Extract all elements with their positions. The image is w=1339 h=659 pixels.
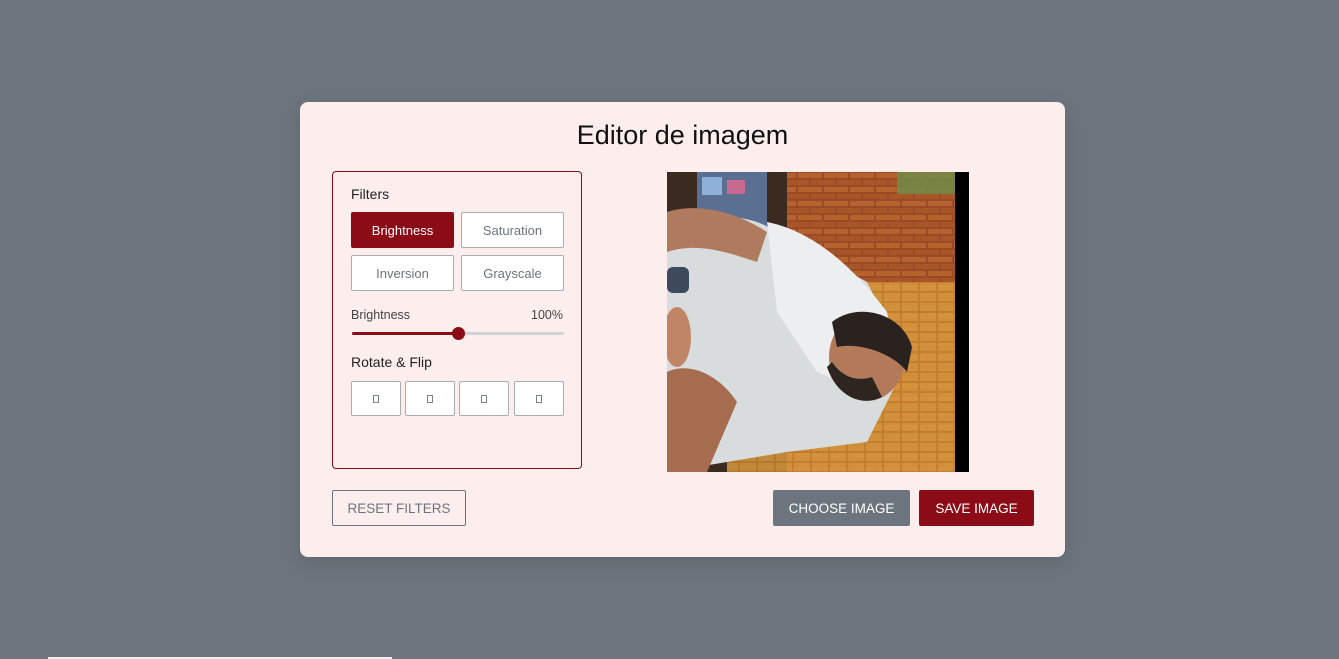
rotate-heading: Rotate & Flip <box>351 354 432 370</box>
rotate-right-button[interactable] <box>405 381 455 416</box>
filter-brightness-button[interactable]: Brightness <box>351 212 454 248</box>
brightness-slider[interactable] <box>352 327 564 340</box>
rotate-left-button[interactable] <box>351 381 401 416</box>
slider-name-label: Brightness <box>351 308 411 322</box>
slider-value-label: 100% <box>531 308 563 322</box>
slider-fill <box>352 332 458 335</box>
filter-saturation-button[interactable]: Saturation <box>461 212 564 248</box>
page-title: Editor de imagem <box>576 120 789 150</box>
image-preview <box>667 172 969 472</box>
editor-card: Editor de imagem Filters Brightness Satu… <box>300 102 1065 557</box>
flip-horizontal-icon <box>481 394 487 403</box>
controls-panel: Filters Brightness Saturation Inversion … <box>332 171 582 469</box>
page-background: Editor de imagem Filters Brightness Satu… <box>0 0 1339 659</box>
reset-filters-button[interactable]: Reset Filters <box>332 490 466 526</box>
flip-vertical-icon <box>536 394 542 403</box>
flip-vertical-button[interactable] <box>514 381 564 416</box>
preview-photo <box>667 172 969 472</box>
slider-thumb[interactable] <box>452 327 465 340</box>
filter-inversion-button[interactable]: Inversion <box>351 255 454 291</box>
save-image-button[interactable]: Save Image <box>919 490 1034 526</box>
filters-heading: Filters <box>351 186 390 202</box>
filter-grayscale-button[interactable]: Grayscale <box>461 255 564 291</box>
rotate-left-icon <box>373 394 379 403</box>
rotate-right-icon <box>427 394 433 403</box>
flip-horizontal-button[interactable] <box>459 381 509 416</box>
choose-image-button[interactable]: Choose Image <box>773 490 910 526</box>
